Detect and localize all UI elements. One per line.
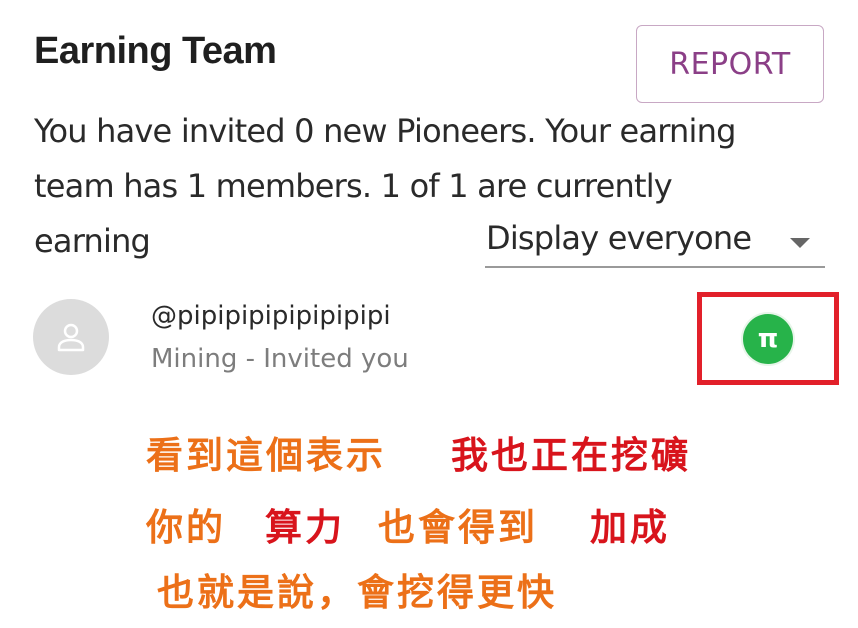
member-username: @pipipipipipipipipi — [151, 301, 391, 331]
display-filter-dropdown[interactable]: Display everyone — [485, 216, 825, 268]
pi-icon[interactable]: π — [743, 314, 793, 364]
annotation-text: 也就是說，會挖得更快 — [157, 571, 557, 614]
annotation-text: 也會得到 — [378, 506, 538, 549]
person-icon — [57, 323, 85, 352]
annotation-text: 我也正在挖礦 — [451, 434, 691, 477]
member-status: Mining - Invited you — [151, 344, 409, 374]
team-summary-line: You have invited 0 new Pioneers. Your ea… — [34, 112, 736, 150]
team-summary-line: team has 1 members. 1 of 1 are currently — [34, 167, 673, 205]
annotation-text: 算力 — [265, 506, 345, 549]
report-button[interactable]: REPORT — [636, 25, 824, 103]
avatar — [33, 299, 109, 375]
page-title: Earning Team — [34, 30, 277, 72]
annotation-text: 你的 — [146, 506, 226, 549]
annotation-text: 加成 — [590, 506, 670, 549]
dropdown-arrow-icon — [790, 238, 810, 248]
display-filter-value: Display everyone — [486, 219, 752, 257]
annotation-text: 看到這個表示 — [146, 434, 386, 477]
